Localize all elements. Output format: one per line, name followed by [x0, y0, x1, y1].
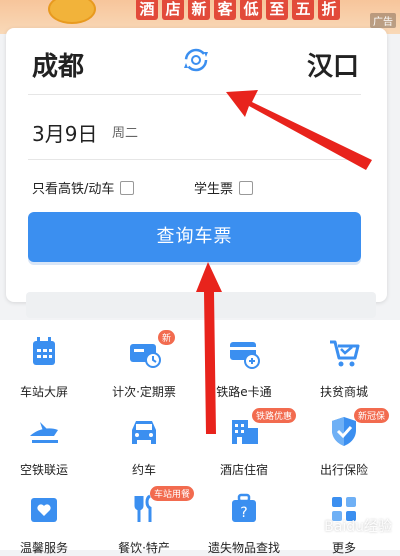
svg-text:?: ?: [240, 505, 247, 521]
banner-char: 至: [266, 0, 288, 20]
station-dining-badge: 车站用餐: [150, 486, 195, 501]
service-ride-hailing[interactable]: 约车: [94, 414, 194, 478]
heart-service-icon: [31, 498, 57, 522]
divider: [28, 159, 361, 160]
service-label: 铁路e卡通: [216, 385, 272, 399]
card-footer-strip: [26, 292, 376, 318]
coin-graphic: [48, 0, 96, 24]
banner-text: 酒 店 新 客 低 至 五 折: [136, 0, 340, 20]
ad-label: 广告: [370, 13, 396, 28]
service-dining[interactable]: 车站用餐 餐饮·特产: [94, 486, 195, 556]
banner-char: 折: [318, 0, 340, 20]
service-rail-ecard[interactable]: 铁路e卡通: [194, 336, 294, 400]
service-travel-insurance[interactable]: 新冠保 出行保险: [294, 408, 394, 478]
station-screen-icon: [33, 337, 55, 365]
high-speed-only-option[interactable]: 只看高铁/动车: [32, 178, 135, 197]
rail-card-icon: [230, 342, 260, 369]
service-label: 酒店住宿: [219, 463, 268, 477]
ticket-card-icon: [130, 344, 161, 368]
service-label: 空铁联运: [19, 463, 68, 477]
student-ticket-option[interactable]: 学生票: [194, 178, 254, 197]
service-air-rail[interactable]: 空铁联运: [0, 414, 94, 478]
service-timed-ticket[interactable]: 新 计次·定期票: [94, 330, 194, 400]
watermark: Baidu经验: [324, 519, 392, 535]
banner-char: 客: [214, 0, 236, 20]
car-icon: [132, 421, 156, 444]
high-speed-only-checkbox[interactable]: [120, 180, 135, 195]
swap-cities-icon[interactable]: [182, 46, 210, 74]
shopping-cart-icon: [330, 340, 360, 367]
lost-found-icon: ?: [232, 493, 256, 522]
service-care[interactable]: 温馨服务: [0, 492, 94, 556]
banner-char: 低: [240, 0, 262, 20]
plane-train-icon: [30, 422, 58, 443]
service-label: 温馨服务: [19, 541, 68, 555]
banner-char: 新: [188, 0, 210, 20]
high-speed-only-label: 只看高铁/动车: [32, 182, 115, 197]
service-station-screen[interactable]: 车站大屏: [0, 336, 94, 400]
new-badge: 新: [158, 330, 176, 345]
service-label: 出行保险: [319, 463, 368, 477]
service-label: 更多: [331, 541, 356, 555]
query-tickets-button[interactable]: 查询车票: [28, 212, 361, 262]
banner-char: 五: [292, 0, 314, 20]
service-label: 计次·定期票: [112, 385, 176, 399]
student-ticket-checkbox[interactable]: [239, 180, 254, 195]
banner-char: 酒: [136, 0, 158, 20]
service-hotel[interactable]: 铁路优惠 酒店住宿: [194, 408, 297, 478]
service-label: 约车: [131, 463, 156, 477]
travel-date[interactable]: 3月9日: [32, 118, 97, 147]
ticket-search-card: 成都 汉口 3月9日 周二 只看高铁/动车 学生票 查询车票: [6, 28, 387, 318]
service-label: 遗失物品查找: [207, 541, 280, 555]
service-label: 扶贫商城: [319, 385, 368, 399]
weekday-label: 周二: [112, 126, 139, 141]
rail-discount-badge: 铁路优惠: [252, 408, 297, 423]
banner-char: 店: [162, 0, 184, 20]
service-label: 餐饮·特产: [118, 541, 170, 555]
service-label: 车站大屏: [19, 385, 68, 399]
divider: [28, 94, 361, 95]
to-city[interactable]: 汉口: [307, 46, 359, 83]
from-city[interactable]: 成都: [32, 46, 84, 83]
covid-insurance-badge: 新冠保: [354, 408, 390, 423]
service-lost-found[interactable]: ? 遗失物品查找: [194, 492, 294, 556]
student-ticket-label: 学生票: [194, 182, 234, 197]
service-poverty-mall[interactable]: 扶贫商城: [294, 336, 394, 400]
